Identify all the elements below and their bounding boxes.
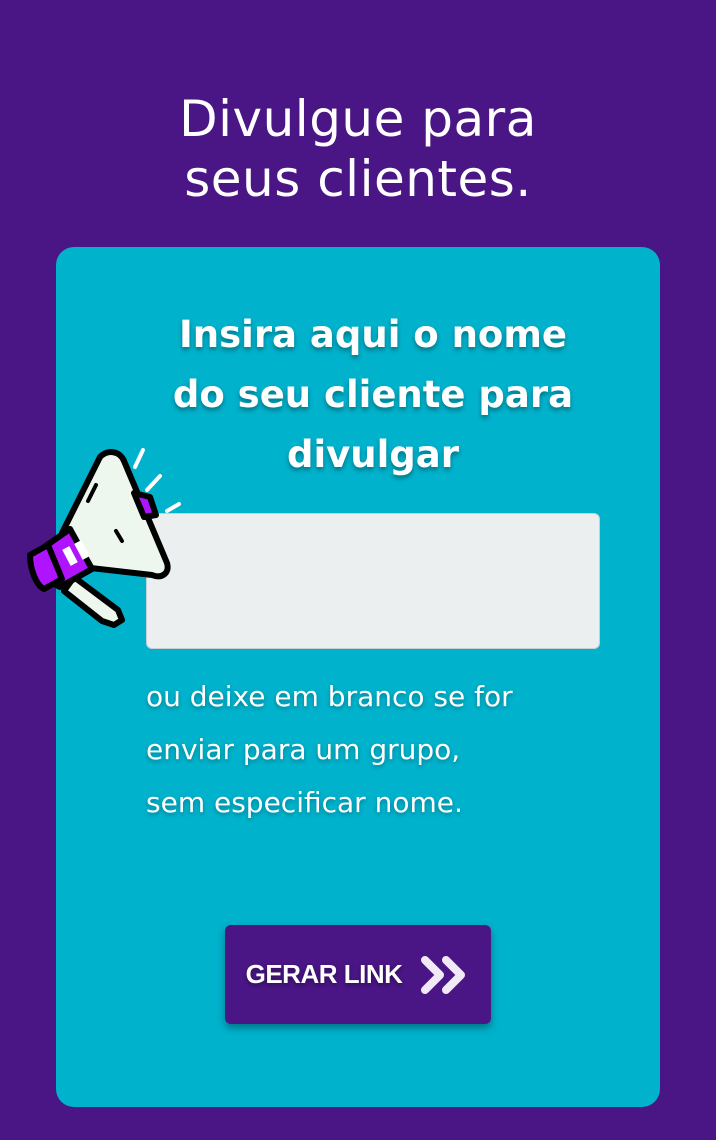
page-title: Divulgue para seus clientes.	[0, 89, 716, 209]
megaphone-icon	[27, 448, 181, 628]
client-name-input[interactable]	[146, 513, 600, 649]
generate-link-button[interactable]: GERAR LINK	[225, 925, 491, 1024]
card-heading-line-1: Insira aqui o nome	[179, 313, 567, 356]
hint-line-3: sem especificar nome.	[146, 786, 463, 819]
hint-line-1: ou deixe em branco se for	[146, 680, 513, 713]
page-title-line-1: Divulgue para	[179, 89, 537, 148]
card-heading-line-3: divulgar	[286, 433, 459, 476]
card-heading-line-2: do seu cliente para	[172, 373, 574, 416]
double-chevron-right-icon	[421, 955, 466, 994]
generate-link-label: GERAR LINK	[245, 959, 403, 989]
page-title-line-2: seus clientes.	[184, 149, 532, 208]
hint-text: ou deixe em branco se for enviar para um…	[146, 670, 626, 829]
hint-line-2: enviar para um grupo,	[146, 733, 461, 766]
